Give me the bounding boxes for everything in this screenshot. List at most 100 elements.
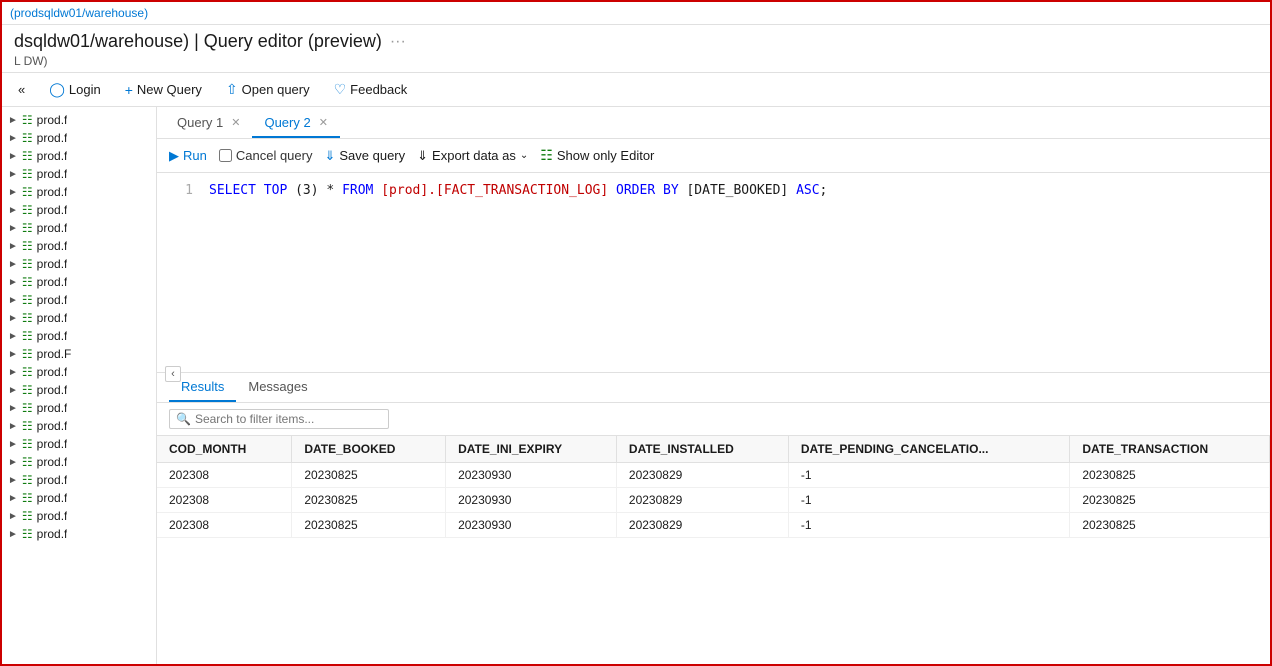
- collapse-button[interactable]: «: [14, 80, 29, 99]
- tab-query2[interactable]: Query 2 ✕: [252, 107, 339, 138]
- sidebar-item[interactable]: ► ☷ prod.f: [2, 165, 156, 183]
- login-label: Login: [69, 82, 101, 97]
- run-button[interactable]: ▶ Run: [169, 148, 207, 164]
- tab-query1-label: Query 1: [177, 115, 223, 130]
- chevron-right-icon: ►: [8, 151, 18, 162]
- chevron-right-icon: ►: [8, 187, 18, 198]
- col-cod-month: COD_MONTH: [157, 436, 292, 463]
- table-cell: 202308: [157, 463, 292, 488]
- chevron-right-icon: ►: [8, 457, 18, 468]
- table-cell: 20230829: [616, 463, 788, 488]
- sidebar-item[interactable]: ► ☷ prod.f: [2, 489, 156, 507]
- chevron-right-icon: ►: [8, 223, 18, 234]
- sidebar-item[interactable]: ► ☷ prod.f: [2, 525, 156, 543]
- heart-icon: ♡: [334, 81, 347, 98]
- sql-table: [prod].[FACT_TRANSACTION_LOG]: [381, 183, 616, 198]
- sidebar-item[interactable]: ► ☷ prod.f: [2, 129, 156, 147]
- table-cell: 20230825: [292, 463, 446, 488]
- kw-order: ORDER BY: [616, 183, 686, 198]
- chevron-right-icon: ►: [8, 277, 18, 288]
- chevron-right-icon: ►: [8, 133, 18, 144]
- sidebar-item[interactable]: ► ☷ prod.f: [2, 435, 156, 453]
- sidebar-item[interactable]: ► ☷ prod.f: [2, 219, 156, 237]
- cancel-checkbox[interactable]: [219, 149, 232, 162]
- chevron-right-icon: ►: [8, 115, 18, 126]
- table-icon: ☷: [22, 167, 33, 181]
- table-cell: 20230829: [616, 513, 788, 538]
- sidebar-item[interactable]: ► ☷ prod.f: [2, 453, 156, 471]
- sidebar-item[interactable]: ► ☷ prod.f: [2, 309, 156, 327]
- table-cell: 20230930: [446, 488, 617, 513]
- title-bar-text: (prodsqldw01/warehouse): [10, 6, 148, 20]
- table-icon: ☷: [22, 491, 33, 505]
- results-tab-messages[interactable]: Messages: [236, 373, 319, 402]
- table-icon: ☷: [22, 383, 33, 397]
- sidebar-item[interactable]: ► ☷ prod.f: [2, 399, 156, 417]
- sidebar-item[interactable]: ► ☷ prod.f: [2, 237, 156, 255]
- col-date-pending: DATE_PENDING_CANCELATIO...: [788, 436, 1069, 463]
- table-icon: ☷: [22, 221, 33, 235]
- feedback-label: Feedback: [350, 82, 407, 97]
- chevron-right-icon: ►: [8, 475, 18, 486]
- sidebar-item[interactable]: ► ☷ prod.f: [2, 363, 156, 381]
- sidebar-item[interactable]: ► ☷ prod.f: [2, 273, 156, 291]
- table-cell: 202308: [157, 488, 292, 513]
- table-icon: ☷: [22, 473, 33, 487]
- header-dots: ···: [390, 33, 406, 51]
- open-query-button[interactable]: ⇧ Open query: [222, 79, 314, 100]
- search-icon: 🔍: [176, 412, 191, 426]
- data-table: COD_MONTH DATE_BOOKED DATE_INI_EXPIRY DA…: [157, 436, 1270, 664]
- top-toolbar: « ◯ Login + New Query ⇧ Open query ♡ Fee…: [2, 73, 1270, 107]
- search-input[interactable]: [195, 412, 375, 426]
- sidebar-item[interactable]: ► ☷ prod.f: [2, 507, 156, 525]
- chevron-right-icon: ►: [8, 169, 18, 180]
- show-editor-button[interactable]: ☷ Show only Editor: [540, 147, 654, 164]
- title-bar: (prodsqldw01/warehouse): [2, 2, 1270, 25]
- close-tab2-icon[interactable]: ✕: [319, 116, 328, 129]
- login-button[interactable]: ◯ Login: [45, 79, 104, 100]
- sidebar-item[interactable]: ► ☷ prod.f: [2, 201, 156, 219]
- sidebar-item[interactable]: ► ☷ prod.f: [2, 255, 156, 273]
- table-icon: ☷: [22, 203, 33, 217]
- chevron-right-icon: ►: [8, 259, 18, 270]
- sidebar: ► ☷ prod.f ► ☷ prod.f ► ☷ prod.f ► ☷ pro…: [2, 107, 157, 664]
- chevron-right-icon: ►: [8, 331, 18, 342]
- tab-query2-label: Query 2: [264, 115, 310, 130]
- table-cell: 20230930: [446, 513, 617, 538]
- sidebar-item[interactable]: ► ☷ prod.f: [2, 147, 156, 165]
- plus-icon: +: [125, 82, 133, 98]
- export-button[interactable]: ⇓ Export data as ⌄: [417, 148, 528, 164]
- editor-area[interactable]: 1 SELECT TOP (3) * FROM [prod].[FACT_TRA…: [157, 173, 1270, 373]
- sidebar-item[interactable]: ► ☷ prod.f: [2, 111, 156, 129]
- sidebar-item[interactable]: ► ☷ prod.f: [2, 291, 156, 309]
- sidebar-item[interactable]: ► ☷ prod.F: [2, 345, 156, 363]
- table-icon: ☷: [22, 509, 33, 523]
- sidebar-item[interactable]: ► ☷ prod.f: [2, 183, 156, 201]
- sidebar-item[interactable]: ► ☷ prod.f: [2, 417, 156, 435]
- table-icon: ☷: [22, 257, 33, 271]
- table-row: 202308202308252023093020230829-120230825: [157, 488, 1270, 513]
- chevron-right-icon: ►: [8, 511, 18, 522]
- sidebar-item[interactable]: ► ☷ prod.f: [2, 327, 156, 345]
- content-area: Query 1 ✕ Query 2 ✕ ▶ Run Cancel query: [157, 107, 1270, 664]
- table-cell: 20230825: [1070, 513, 1270, 538]
- save-query-button[interactable]: ⇓ Save query: [324, 148, 405, 164]
- table-cell: 20230829: [616, 488, 788, 513]
- sidebar-item[interactable]: ► ☷ prod.f: [2, 471, 156, 489]
- close-tab1-icon[interactable]: ✕: [231, 116, 240, 129]
- open-query-label: Open query: [242, 82, 310, 97]
- header-title: dsqldw01/warehouse) | Query editor (prev…: [14, 31, 1258, 52]
- play-icon: ▶: [169, 148, 179, 164]
- results-area: Results Messages 🔍: [157, 373, 1270, 664]
- collapse-results-button[interactable]: ‹: [165, 366, 181, 382]
- feedback-button[interactable]: ♡ Feedback: [330, 79, 412, 100]
- sidebar-item[interactable]: ► ☷ prod.f: [2, 381, 156, 399]
- table-cell: 20230825: [292, 488, 446, 513]
- chevron-right-icon: ►: [8, 529, 18, 540]
- sql-code: SELECT TOP (3) * FROM [prod].[FACT_TRANS…: [209, 183, 827, 198]
- table-icon: ☷: [22, 185, 33, 199]
- table-icon: ☷: [22, 239, 33, 253]
- new-query-button[interactable]: + New Query: [121, 80, 206, 100]
- tab-query1[interactable]: Query 1 ✕: [165, 107, 252, 138]
- col-date-installed: DATE_INSTALLED: [616, 436, 788, 463]
